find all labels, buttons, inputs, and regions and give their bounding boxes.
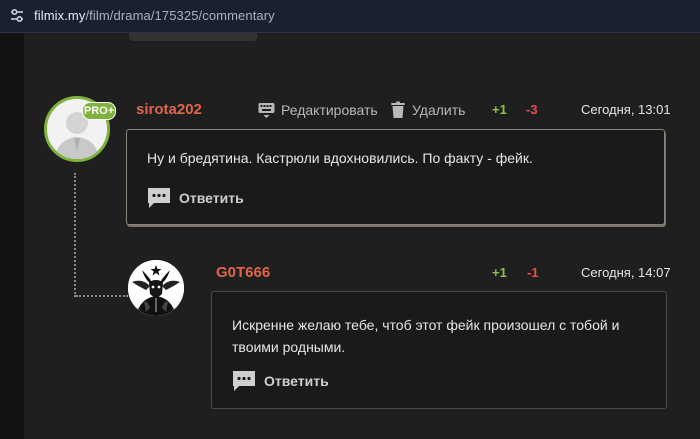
thread-connector-vertical <box>74 173 76 297</box>
edit-label: Редактировать <box>281 102 378 118</box>
comment-body: Ну и бредятина. Кастрюли вдохновились. П… <box>126 129 665 225</box>
baphomet-avatar <box>128 260 184 316</box>
thread-connector-horizontal <box>76 295 128 297</box>
reply-label: Ответить <box>179 190 244 206</box>
vote-up[interactable]: +1 <box>492 265 507 280</box>
delete-label: Удалить <box>412 102 466 118</box>
delete-button[interactable]: Удалить <box>390 101 465 119</box>
comment-timestamp: Сегодня, 14:07 <box>581 265 671 280</box>
comment-text: Ну и бредятина. Кастрюли вдохновились. П… <box>147 150 533 166</box>
vote-down[interactable]: -3 <box>526 102 538 117</box>
comment-author[interactable]: sirota202 <box>136 101 202 118</box>
comment-text: Искренне желаю тебе, чтоб этот фейк прои… <box>232 317 620 355</box>
vote-down[interactable]: -1 <box>527 265 539 280</box>
comment-body: Искренне желаю тебе, чтоб этот фейк прои… <box>211 291 667 409</box>
browser-address-bar[interactable]: filmix.my/film/drama/175325/commentary <box>0 0 700 33</box>
reply-button[interactable]: Ответить <box>232 370 329 392</box>
reply-button[interactable]: Ответить <box>147 187 244 209</box>
url-path: /film/drama/175325/commentary <box>85 8 275 23</box>
vote-up[interactable]: +1 <box>492 102 507 117</box>
comments-section: PRO+ sirota202 Редактировать Удалить +1 … <box>24 33 700 439</box>
comment-timestamp: Сегодня, 13:01 <box>581 102 671 117</box>
speech-bubble-icon <box>233 371 255 391</box>
url-host: filmix.my <box>34 8 86 23</box>
page-background: PRO+ sirota202 Редактировать Удалить +1 … <box>0 33 700 439</box>
user-avatar[interactable] <box>128 260 184 316</box>
comment-author[interactable]: G0T666 <box>216 264 270 281</box>
url-text[interactable]: filmix.my/film/drama/175325/commentary <box>34 8 275 23</box>
keyboard-icon <box>258 102 275 118</box>
speech-bubble-icon <box>148 188 170 208</box>
previous-element-stub <box>129 33 257 41</box>
reply-label: Ответить <box>264 373 329 389</box>
edit-button[interactable]: Редактировать <box>258 101 378 119</box>
pro-badge: PRO+ <box>82 102 116 120</box>
trash-icon <box>391 101 405 118</box>
site-settings-icon[interactable] <box>10 8 24 24</box>
